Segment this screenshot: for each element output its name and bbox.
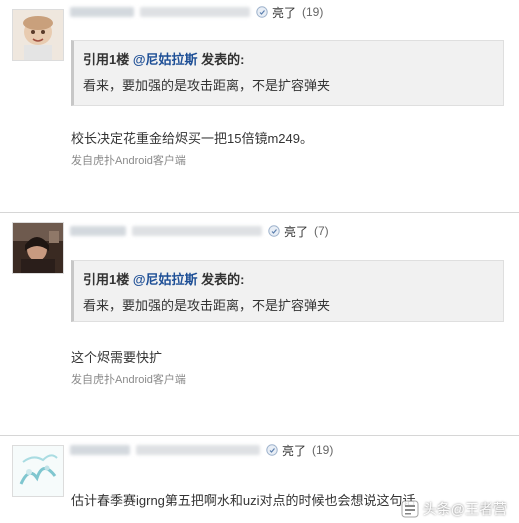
quote-suffix: 发表的: — [197, 272, 245, 287]
quote-box: 引用1楼 @尼姑拉斯 发表的: 看来，要加强的是攻击距离，不是扩容弹夹 — [71, 260, 504, 322]
like-count: (7) — [314, 224, 329, 238]
blurred-timestamp — [136, 445, 260, 455]
quote-suffix: 发表的: — [197, 52, 245, 67]
like-button[interactable]: 亮了 — [282, 442, 306, 459]
like-button[interactable]: 亮了 — [284, 223, 308, 240]
avatar-image — [13, 10, 63, 60]
quote-text: 看来，要加强的是攻击距离，不是扩容弹夹 — [83, 298, 331, 313]
like-icon[interactable] — [266, 444, 278, 456]
like-count: (19) — [312, 443, 334, 457]
blurred-username[interactable] — [70, 7, 134, 17]
blurred-timestamp — [140, 7, 250, 17]
post-source: 发自虎扑Android客户端 — [71, 155, 186, 167]
toutiao-logo-icon — [401, 500, 419, 518]
avatar[interactable] — [12, 222, 64, 274]
quote-header: 引用1楼 @尼姑拉斯 发表的: — [83, 49, 503, 69]
quote-prefix: 引用1楼 — [83, 52, 133, 67]
quote-text: 看来，要加强的是攻击距离，不是扩容弹夹 — [83, 78, 331, 93]
avatar-image — [13, 446, 63, 496]
post-content: 这个烬需要快扩 — [71, 350, 163, 365]
avatar[interactable] — [12, 9, 64, 61]
blurred-username[interactable] — [70, 226, 126, 236]
avatar[interactable] — [12, 445, 64, 497]
post-content: 校长决定花重金给烬买一把15倍镜m249。 — [71, 131, 313, 146]
reply-post: 亮了 (19) 引用1楼 @尼姑拉斯 发表的: 看来，要加强的是攻击距离，不是扩… — [0, 0, 519, 212]
like-button[interactable]: 亮了 — [272, 4, 296, 21]
watermark-text: 头条@王者营 — [422, 501, 507, 517]
post-meta: 亮了 (7) — [70, 223, 329, 239]
quoted-user-link[interactable]: @尼姑拉斯 — [133, 52, 198, 67]
post-meta: 亮了 (19) — [70, 442, 333, 458]
quote-prefix: 引用1楼 — [83, 272, 133, 287]
watermark: 头条@王者营 — [401, 499, 507, 519]
blurred-timestamp — [132, 226, 262, 236]
quoted-user-link[interactable]: @尼姑拉斯 — [133, 272, 198, 287]
like-count: (19) — [302, 5, 324, 19]
like-icon[interactable] — [256, 6, 268, 18]
post-content: 估计春季赛igrng第五把啊水和uzi对点的时候也会想说这句话 — [71, 493, 416, 508]
post-meta: 亮了 (19) — [70, 4, 323, 20]
blurred-username[interactable] — [70, 445, 130, 455]
quote-header: 引用1楼 @尼姑拉斯 发表的: — [83, 269, 503, 289]
quote-box: 引用1楼 @尼姑拉斯 发表的: 看来，要加强的是攻击距离，不是扩容弹夹 — [71, 40, 504, 106]
reply-post: 亮了 (7) 引用1楼 @尼姑拉斯 发表的: 看来，要加强的是攻击距离，不是扩容… — [0, 213, 519, 435]
avatar-image — [13, 223, 63, 273]
like-icon[interactable] — [268, 225, 280, 237]
post-source: 发自虎扑Android客户端 — [71, 374, 186, 386]
